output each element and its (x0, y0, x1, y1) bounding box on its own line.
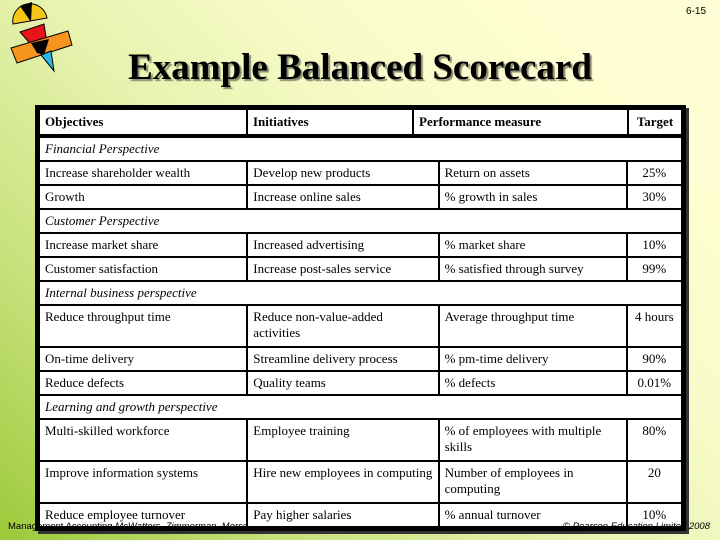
header-initiatives: Initiatives (246, 108, 414, 136)
target-cell: 30% (625, 184, 684, 210)
section-row: Customer Perspective (38, 208, 683, 234)
table-row: Customer satisfaction Increase post-sales… (37, 256, 684, 282)
table-row: Increase shareholder wealth Develop new p… (37, 160, 684, 186)
initiative-cell: Hire new employees in computing (246, 460, 440, 504)
page-title: Example Balanced Scorecard (128, 47, 592, 88)
section-label: Learning and growth perspective (38, 394, 683, 420)
target-cell: 90% (625, 346, 684, 372)
slide-number: 6-15 (685, 6, 706, 17)
measure-cell: % satisfied through survey (437, 256, 628, 282)
measure-cell: Return on assets (437, 160, 628, 186)
header-objectives: Objectives (38, 108, 248, 136)
objective-cell: Increase shareholder wealth (37, 160, 249, 186)
table-row: Reduce throughput time Reduce non-value-a… (37, 304, 684, 348)
measure-cell: Average throughput time (437, 304, 628, 348)
header-target: Target (627, 108, 683, 136)
initiative-cell: Reduce non-value-added activities (246, 304, 440, 348)
initiative-cell: Quality teams (246, 370, 440, 396)
initiative-cell: Streamline delivery process (246, 346, 440, 372)
target-cell: 25% (625, 160, 684, 186)
footer-author: Morse (221, 521, 249, 532)
measure-cell: % market share (437, 232, 628, 258)
measure-cell: % pm-time delivery (437, 346, 628, 372)
objective-cell: Customer satisfaction (37, 256, 249, 282)
objective-cell: Reduce throughput time (37, 304, 249, 348)
table-row: Increase market share Increased advertisi… (37, 232, 684, 258)
initiative-cell: Pay higher salaries (246, 502, 440, 528)
objective-cell: Improve information systems (37, 460, 249, 504)
initiative-cell: Increase post-sales service (246, 256, 440, 282)
measure-cell: % of employees with multiple skills (437, 418, 628, 462)
header-performance-measure: Performance measure (412, 108, 629, 136)
section-row: Internal business perspective (38, 280, 683, 306)
target-cell: 80% (625, 418, 684, 462)
measure-cell: % growth in sales (437, 184, 628, 210)
footer-book-title: Management Accounting (8, 521, 113, 532)
measure-cell: % defects (437, 370, 628, 396)
table-row: On-time delivery Streamline delivery proc… (37, 346, 684, 372)
scorecard-body: Financial Perspective Increase shareholde… (37, 136, 684, 528)
table-row: Reduce defects Quality teams% defects 0.01… (37, 370, 684, 396)
measure-cell: Number of employees in computing (437, 460, 628, 504)
footer-author: Zimmerman (165, 521, 217, 532)
section-label: Internal business perspective (38, 280, 683, 306)
footer-copyright: © Pearson Education Limited 2008 (563, 521, 710, 532)
table-row: Multi-skilled workforce Employee training… (37, 418, 684, 462)
scorecard-header: Objectives Initiatives Performance measu… (38, 108, 683, 136)
objective-cell: On-time delivery (37, 346, 249, 372)
objective-cell: Reduce defects (37, 370, 249, 396)
footer-author: McWatters (115, 521, 161, 532)
target-cell: 20 (625, 460, 684, 504)
objective-cell: Multi-skilled workforce (37, 418, 249, 462)
target-cell: 0.01% (625, 370, 684, 396)
initiative-cell: Increase online sales (246, 184, 440, 210)
footer-book-credit: Management Accounting McWatters, Zimmerm… (8, 521, 249, 532)
target-cell: 4 hours (625, 304, 684, 348)
scorecard-table: Objectives Initiatives Performance measu… (35, 105, 686, 531)
target-cell: 10% (625, 232, 684, 258)
section-row: Learning and growth perspective (38, 394, 683, 420)
objective-cell: Increase market share (37, 232, 249, 258)
table-row: Growth Increase online sales% growth in s… (37, 184, 684, 210)
initiative-cell: Increased advertising (246, 232, 440, 258)
section-label: Financial Perspective (38, 136, 683, 162)
objective-cell: Growth (37, 184, 249, 210)
table-row: Improve information systems Hire new empl… (37, 460, 684, 504)
section-row: Financial Perspective (38, 136, 683, 162)
initiative-cell: Develop new products (246, 160, 440, 186)
section-label: Customer Perspective (38, 208, 683, 234)
initiative-cell: Employee training (246, 418, 440, 462)
target-cell: 99% (625, 256, 684, 282)
